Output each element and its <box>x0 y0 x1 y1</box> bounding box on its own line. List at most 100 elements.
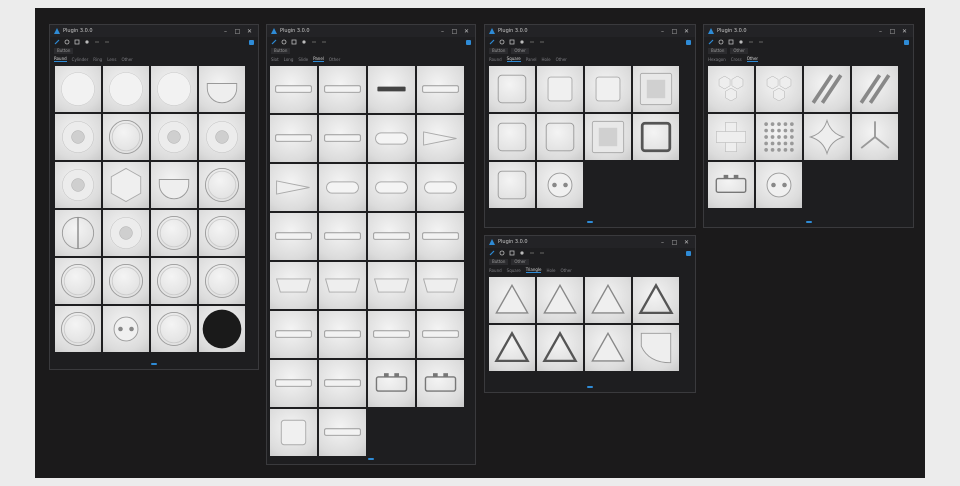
refresh-icon[interactable] <box>64 39 70 45</box>
redo-icon[interactable] <box>539 39 545 45</box>
preset-thumbnail[interactable] <box>368 311 415 358</box>
pin-icon[interactable] <box>904 39 909 45</box>
tab-category[interactable]: Other <box>561 268 572 273</box>
tab-category[interactable]: Hole <box>542 57 551 62</box>
preset-thumbnail[interactable] <box>151 66 197 112</box>
preset-thumbnail[interactable] <box>368 66 415 113</box>
tab-category[interactable]: Hole <box>546 268 555 273</box>
preset-thumbnail[interactable] <box>489 114 535 160</box>
scrollbar[interactable] <box>151 363 157 365</box>
preset-thumbnail[interactable] <box>633 277 679 323</box>
tab-category[interactable]: Other <box>556 57 567 62</box>
tab-category[interactable]: Hexagon <box>708 57 726 62</box>
preset-thumbnail[interactable] <box>417 360 464 407</box>
preset-thumbnail[interactable] <box>319 213 366 260</box>
title-bar[interactable]: Plugin 3.0.0 – □ ✕ <box>50 25 258 37</box>
refresh-icon[interactable] <box>718 39 724 45</box>
tab-category[interactable]: Slide <box>298 57 308 62</box>
scrollbar[interactable] <box>587 386 593 388</box>
close-icon[interactable]: ✕ <box>462 28 471 35</box>
preset-thumbnail[interactable] <box>585 325 631 371</box>
tab-category[interactable]: Panel <box>313 56 324 62</box>
preset-thumbnail[interactable] <box>708 162 754 208</box>
undo-icon[interactable] <box>529 39 535 45</box>
preset-thumbnail[interactable] <box>103 306 149 352</box>
preset-thumbnail[interactable] <box>270 66 317 113</box>
undo-icon[interactable] <box>748 39 754 45</box>
preset-thumbnail[interactable] <box>489 66 535 112</box>
tag-chip[interactable]: Other <box>730 48 748 54</box>
tag-chip[interactable]: Other <box>511 259 529 265</box>
preset-thumbnail[interactable] <box>756 162 802 208</box>
preset-thumbnail[interactable] <box>417 262 464 309</box>
plugin-window-square[interactable]: Plugin 3.0.0 – □ ✕ Button Other Round Sq… <box>484 24 696 228</box>
preset-thumbnail[interactable] <box>756 114 802 160</box>
settings-icon[interactable] <box>301 39 307 45</box>
image-icon[interactable] <box>728 39 734 45</box>
preset-thumbnail[interactable] <box>199 114 245 160</box>
preset-thumbnail[interactable] <box>537 162 583 208</box>
undo-icon[interactable] <box>94 39 100 45</box>
preset-thumbnail[interactable] <box>633 114 679 160</box>
title-bar[interactable]: Plugin 3.0.0 – □ ✕ <box>704 25 913 37</box>
tab-category[interactable]: Other <box>121 57 132 62</box>
scrollbar[interactable] <box>587 221 593 223</box>
maximize-icon[interactable]: □ <box>450 28 459 35</box>
preset-thumbnail[interactable] <box>199 162 245 208</box>
tag-chip[interactable]: Button <box>489 48 509 54</box>
tag-chip[interactable]: Button <box>271 48 291 54</box>
pin-icon[interactable] <box>249 39 254 45</box>
preset-thumbnail[interactable] <box>537 277 583 323</box>
brush-icon[interactable] <box>489 39 495 45</box>
preset-thumbnail[interactable] <box>537 114 583 160</box>
preset-thumbnail[interactable] <box>489 162 535 208</box>
preset-thumbnail[interactable] <box>489 325 535 371</box>
preset-thumbnail[interactable] <box>368 213 415 260</box>
preset-thumbnail[interactable] <box>804 66 850 112</box>
title-bar[interactable]: Plugin 3.0.0 – □ ✕ <box>485 236 695 248</box>
preset-thumbnail[interactable] <box>319 66 366 113</box>
preset-thumbnail[interactable] <box>319 360 366 407</box>
preset-thumbnail[interactable] <box>55 306 101 352</box>
pin-icon[interactable] <box>686 39 691 45</box>
preset-thumbnail[interactable] <box>852 114 898 160</box>
preset-thumbnail[interactable] <box>55 114 101 160</box>
preset-thumbnail[interactable] <box>319 409 366 456</box>
plugin-window-other[interactable]: Plugin 3.0.0 – □ ✕ Button Other Hexagon … <box>703 24 914 228</box>
settings-icon[interactable] <box>519 39 525 45</box>
tab-category[interactable]: Panel <box>526 57 537 62</box>
maximize-icon[interactable]: □ <box>888 28 897 35</box>
image-icon[interactable] <box>509 39 515 45</box>
preset-thumbnail[interactable] <box>151 114 197 160</box>
preset-thumbnail[interactable] <box>151 210 197 256</box>
preset-thumbnail[interactable] <box>852 66 898 112</box>
close-icon[interactable]: ✕ <box>682 239 691 246</box>
maximize-icon[interactable]: □ <box>670 239 679 246</box>
preset-thumbnail[interactable] <box>103 210 149 256</box>
preset-thumbnail[interactable] <box>270 360 317 407</box>
image-icon[interactable] <box>509 250 515 256</box>
preset-thumbnail[interactable] <box>537 66 583 112</box>
preset-thumbnail[interactable] <box>319 262 366 309</box>
preset-thumbnail[interactable] <box>151 306 197 352</box>
preset-thumbnail[interactable] <box>55 258 101 304</box>
tab-category[interactable]: Square <box>506 56 521 62</box>
preset-thumbnail[interactable] <box>199 258 245 304</box>
maximize-icon[interactable]: □ <box>233 28 242 35</box>
refresh-icon[interactable] <box>499 250 505 256</box>
preset-thumbnail[interactable] <box>199 306 245 352</box>
preset-thumbnail[interactable] <box>756 66 802 112</box>
preset-thumbnail[interactable] <box>708 114 754 160</box>
preset-thumbnail[interactable] <box>55 210 101 256</box>
preset-thumbnail[interactable] <box>55 162 101 208</box>
preset-thumbnail[interactable] <box>417 213 464 260</box>
close-icon[interactable]: ✕ <box>245 28 254 35</box>
tab-category[interactable]: Cross <box>731 57 742 62</box>
preset-thumbnail[interactable] <box>417 164 464 211</box>
preset-thumbnail[interactable] <box>103 66 149 112</box>
scrollbar[interactable] <box>368 458 374 460</box>
tab-category[interactable]: Round <box>54 56 67 62</box>
preset-thumbnail[interactable] <box>708 66 754 112</box>
brush-icon[interactable] <box>54 39 60 45</box>
minimize-icon[interactable]: – <box>221 28 230 35</box>
